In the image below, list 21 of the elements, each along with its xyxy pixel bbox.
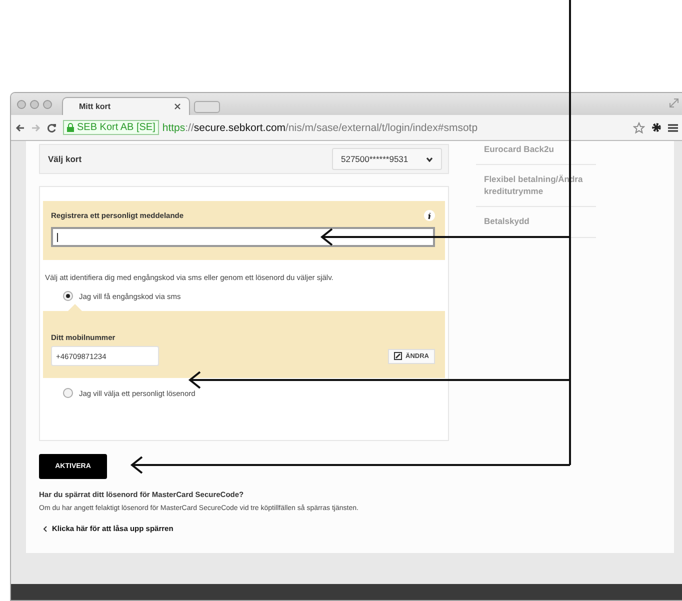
message-field[interactable] <box>51 227 435 247</box>
info-icon[interactable] <box>424 210 435 221</box>
lock-icon <box>67 123 74 132</box>
chevron-icon <box>43 526 47 532</box>
text-cursor <box>57 232 58 242</box>
caret-icon <box>426 156 433 162</box>
reload-icon[interactable] <box>47 122 57 132</box>
selector-label: Välj kort <box>48 154 82 164</box>
menu-icon[interactable] <box>668 122 678 132</box>
tab-title: Mitt kort <box>79 102 111 111</box>
edit-icon <box>394 352 402 360</box>
url-text[interactable]: https://secure.sebkort.com/nis/m/sase/external/t/login/index#smsotp <box>162 122 478 134</box>
star-icon[interactable] <box>633 122 645 134</box>
browser-tab[interactable]: Mitt kort <box>62 97 190 115</box>
radio-button[interactable] <box>63 291 73 301</box>
site-identity-badge: SEB Kort AB [SE] <box>63 120 160 135</box>
close-icon[interactable] <box>174 103 181 110</box>
card-dropdown[interactable]: 527500******9531 <box>332 148 442 170</box>
radio-button[interactable] <box>63 388 73 398</box>
back-icon[interactable] <box>15 122 25 132</box>
settings-icon[interactable] <box>651 122 662 133</box>
